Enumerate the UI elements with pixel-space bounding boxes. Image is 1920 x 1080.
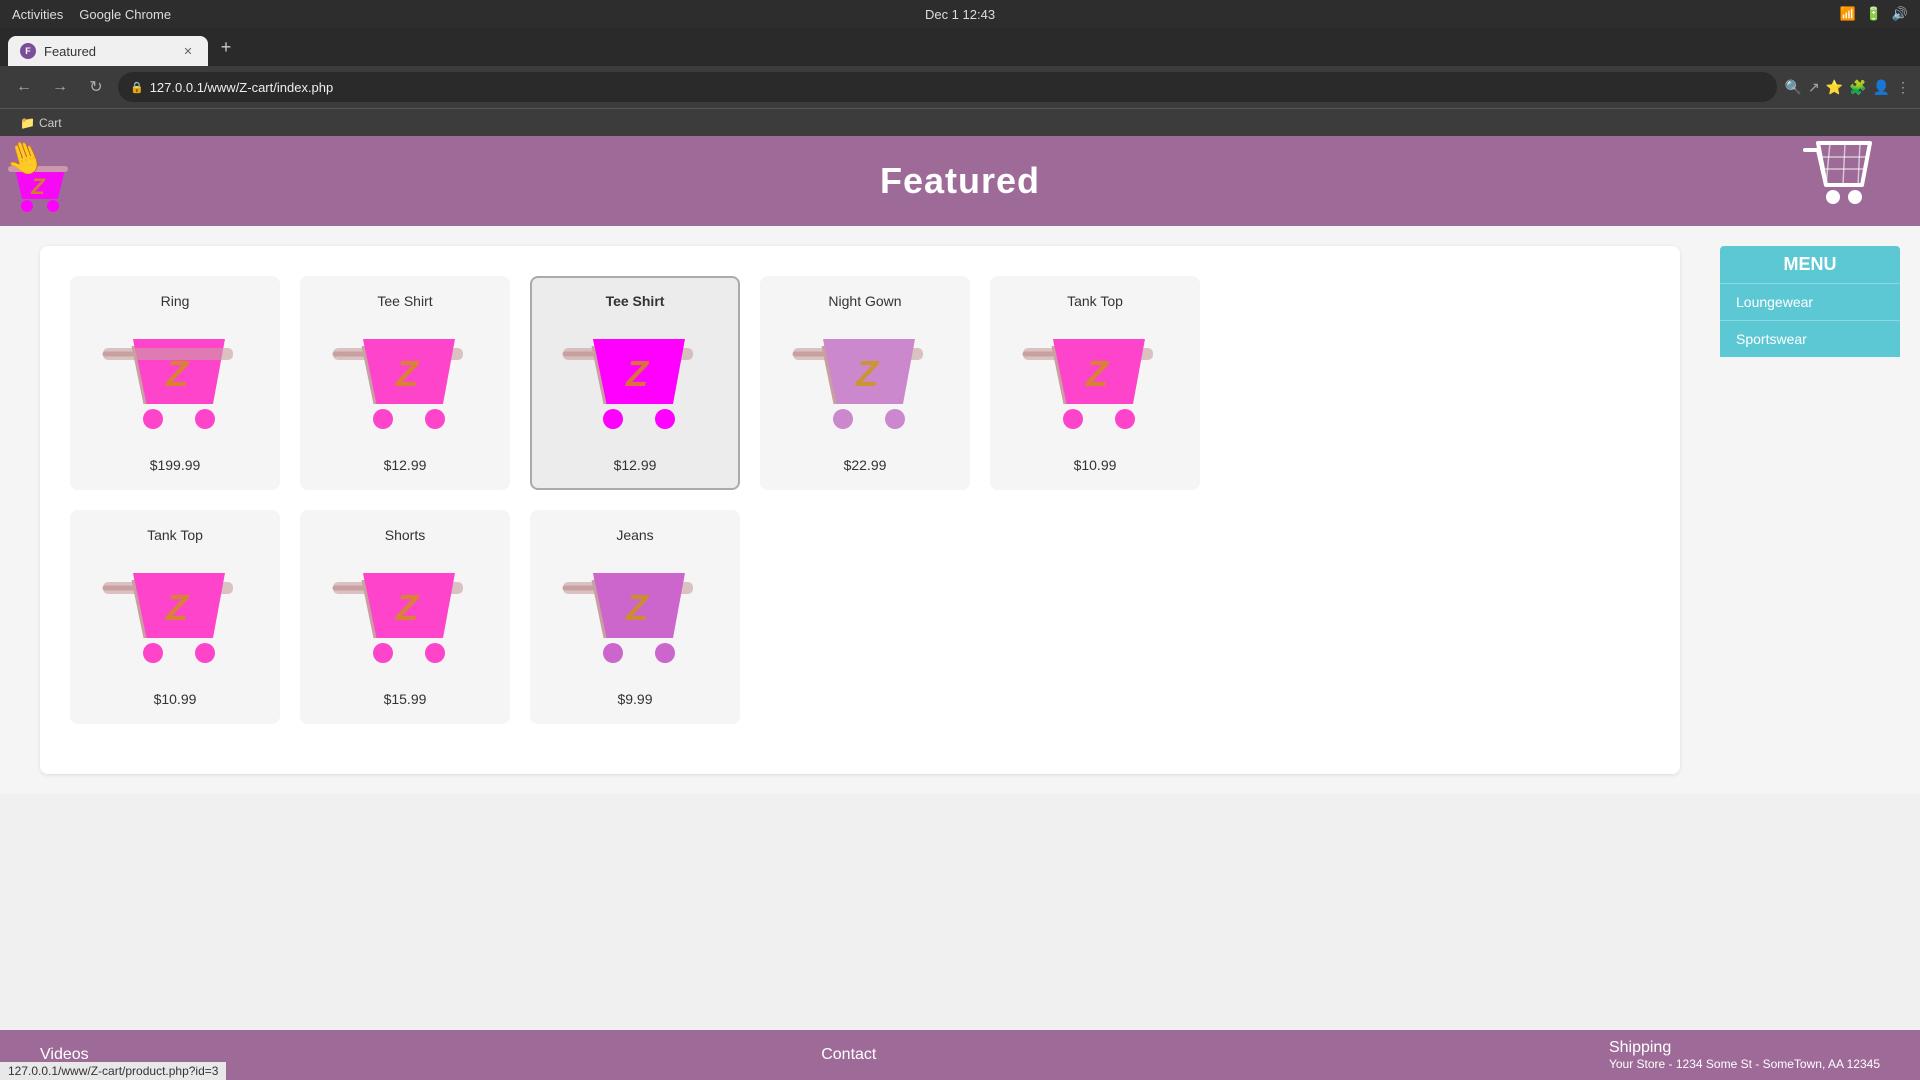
product-image: Z (320, 319, 490, 449)
svg-text:Z: Z (1085, 353, 1110, 394)
product-name: Tee Shirt (606, 293, 665, 309)
product-price: $9.99 (617, 691, 652, 707)
svg-text:Z: Z (395, 587, 420, 628)
product-tank-top-2[interactable]: Tank Top Z $10 (70, 510, 280, 724)
product-name: Night Gown (828, 293, 901, 309)
status-url: 127.0.0.1/www/Z-cart/product.php?id=3 (8, 1064, 218, 1078)
back-button[interactable]: ← (10, 73, 38, 101)
product-tee-shirt-2[interactable]: Tee Shirt Z $1 (530, 276, 740, 490)
product-image: Z (90, 319, 260, 449)
site-title: Featured (880, 160, 1040, 202)
site-header: 🤚 Z Featured (0, 136, 1920, 226)
active-tab[interactable]: F Featured ✕ (8, 36, 208, 66)
os-bar: Activities Google Chrome Dec 1 12:43 📶 🔋… (0, 0, 1920, 28)
product-tank-top-1[interactable]: Tank Top Z $10 (990, 276, 1200, 490)
menu-title: MENU (1720, 246, 1900, 283)
product-image: Z (320, 553, 490, 683)
shipping-label[interactable]: Shipping (1609, 1039, 1880, 1057)
product-image: Z (1010, 319, 1180, 449)
product-tee-shirt-1[interactable]: Tee Shirt Z $1 (300, 276, 510, 490)
tab-favicon: F (20, 43, 36, 59)
header-cart-icon[interactable] (1800, 135, 1890, 227)
footer-contact[interactable]: Contact (821, 1046, 876, 1064)
site-logo[interactable]: 🤚 Z (0, 144, 85, 219)
wifi-icon: 📶 (1839, 6, 1855, 22)
svg-text:Z: Z (625, 587, 650, 628)
product-image: Z (550, 553, 720, 683)
bookmark-label: Cart (39, 116, 62, 130)
product-price: $15.99 (384, 691, 427, 707)
share-icon[interactable]: ↗ (1808, 79, 1820, 96)
toolbar-icons: 🔍 ↗ ⭐ 🧩 👤 ⋮ (1785, 79, 1910, 96)
os-datetime: Dec 1 12:43 (925, 7, 995, 22)
footer-address: Your Store - 1234 Some St - SomeTown, AA… (1609, 1057, 1880, 1071)
product-image: Z (90, 553, 260, 683)
products-grid: Ring Z $199.99 (40, 246, 1680, 774)
product-name: Tank Top (147, 527, 203, 543)
site-footer: Videos Contact Shipping Your Store - 123… (0, 1030, 1920, 1080)
lock-icon: 🔒 (130, 81, 144, 94)
svg-text:Z: Z (855, 353, 880, 394)
product-price: $12.99 (614, 457, 657, 473)
product-price: $10.99 (154, 691, 197, 707)
extensions-icon[interactable]: 🧩 (1849, 79, 1866, 96)
products-row-2: Tank Top Z $10 (70, 510, 1650, 724)
product-name: Ring (161, 293, 190, 309)
menu-sidebar: MENU Loungewear Sportswear (1720, 246, 1900, 794)
products-row-1: Ring Z $199.99 (70, 276, 1650, 490)
reload-button[interactable]: ↻ (82, 73, 110, 101)
folder-icon: 📁 (20, 116, 35, 130)
svg-text:Z: Z (625, 353, 650, 394)
new-tab-button[interactable]: + (212, 33, 240, 61)
product-price: $12.99 (384, 457, 427, 473)
url-text: 127.0.0.1/www/Z-cart/index.php (150, 80, 334, 95)
product-name: Tee Shirt (377, 293, 432, 309)
product-night-gown[interactable]: Night Gown Z $ (760, 276, 970, 490)
product-price: $10.99 (1074, 457, 1117, 473)
product-shorts[interactable]: Shorts Z $15.9 (300, 510, 510, 724)
footer-shipping: Shipping Your Store - 1234 Some St - Som… (1609, 1039, 1880, 1071)
product-ring[interactable]: Ring Z $199.99 (70, 276, 280, 490)
product-price: $22.99 (844, 457, 887, 473)
product-name: Tank Top (1067, 293, 1123, 309)
product-jeans[interactable]: Jeans Z $9.99 (530, 510, 740, 724)
menu-dots-icon[interactable]: ⋮ (1896, 79, 1910, 96)
svg-text:Z: Z (395, 353, 420, 394)
tab-close-button[interactable]: ✕ (180, 43, 196, 59)
bookmark-icon[interactable]: ⭐ (1826, 79, 1843, 96)
page-content: 🤚 Z Featured (0, 136, 1920, 794)
product-price: $199.99 (150, 457, 201, 473)
os-bar-left: Activities Google Chrome (12, 7, 171, 22)
browser-toolbar: ← → ↻ 🔒 127.0.0.1/www/Z-cart/index.php 🔍… (0, 66, 1920, 108)
search-icon[interactable]: 🔍 (1785, 79, 1802, 96)
menu-item-loungewear[interactable]: Loungewear (1720, 283, 1900, 320)
product-image: Z (550, 319, 720, 449)
address-bar[interactable]: 🔒 127.0.0.1/www/Z-cart/index.php (118, 72, 1777, 102)
browser-tabs: F Featured ✕ + (0, 28, 1920, 66)
activities-label[interactable]: Activities (12, 7, 63, 22)
volume-icon: 🔊 (1892, 6, 1908, 22)
os-bar-right: 📶 🔋 🔊 (1839, 6, 1908, 22)
browser-label[interactable]: Google Chrome (79, 7, 171, 22)
product-name: Shorts (385, 527, 425, 543)
profile-icon[interactable]: 👤 (1873, 79, 1890, 96)
tab-title: Featured (44, 44, 96, 59)
bookmark-cart[interactable]: 📁 Cart (12, 116, 70, 130)
status-bar: 127.0.0.1/www/Z-cart/product.php?id=3 (0, 1062, 226, 1080)
bookmark-bar: 📁 Cart (0, 108, 1920, 136)
product-image: Z (780, 319, 950, 449)
battery-icon: 🔋 (1866, 6, 1882, 22)
svg-text:Z: Z (165, 587, 190, 628)
content-wrapper: Ring Z $199.99 (0, 226, 1920, 794)
product-name: Jeans (616, 527, 653, 543)
products-section: Ring Z $199.99 (0, 226, 1720, 794)
menu-item-sportswear[interactable]: Sportswear (1720, 320, 1900, 357)
svg-text:Z: Z (30, 174, 46, 199)
forward-button[interactable]: → (46, 73, 74, 101)
